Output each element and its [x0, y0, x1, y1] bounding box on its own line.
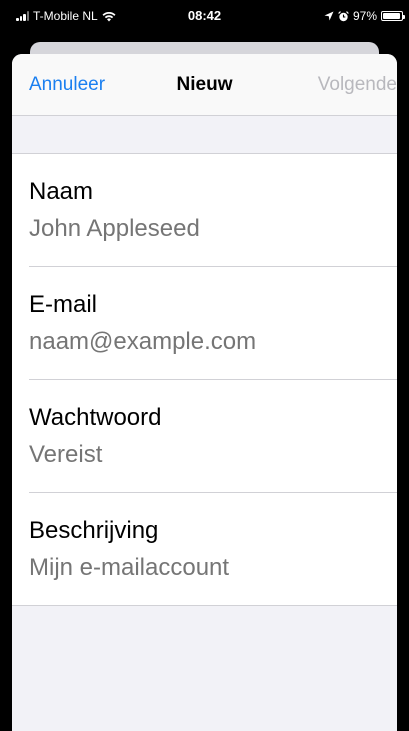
battery-percentage: 97%	[352, 9, 377, 23]
name-label: Naam	[29, 178, 94, 205]
location-arrow-icon	[324, 11, 334, 21]
status-right: 97%	[324, 9, 405, 23]
navigation-bar: Annuleer Nieuw Volgende	[12, 54, 397, 116]
password-label: Wachtwoord	[29, 404, 162, 431]
battery-icon	[381, 11, 405, 21]
description-label: Beschrijving	[29, 517, 159, 544]
description-field[interactable]	[29, 554, 389, 582]
next-button[interactable]: Volgende	[318, 74, 397, 96]
name-field[interactable]	[29, 215, 389, 243]
alarm-clock-icon	[338, 10, 349, 21]
email-label: E-mail	[29, 291, 98, 318]
email-row: E-mail	[12, 267, 397, 380]
battery-fill	[383, 13, 401, 19]
email-field[interactable]	[29, 328, 389, 356]
status-bar: T-Mobile NL 08:42 97%	[0, 0, 409, 30]
description-row: Beschrijving	[12, 493, 397, 606]
name-row: Naam	[12, 154, 397, 267]
new-account-sheet: Annuleer Nieuw Volgende Naam E-mail Wach…	[12, 54, 397, 731]
section-spacer	[12, 116, 397, 154]
account-form: Naam E-mail Wachtwoord Beschrijving	[12, 154, 397, 606]
password-row: Wachtwoord	[12, 380, 397, 493]
password-field[interactable]	[29, 441, 389, 469]
row-divider	[12, 605, 397, 606]
